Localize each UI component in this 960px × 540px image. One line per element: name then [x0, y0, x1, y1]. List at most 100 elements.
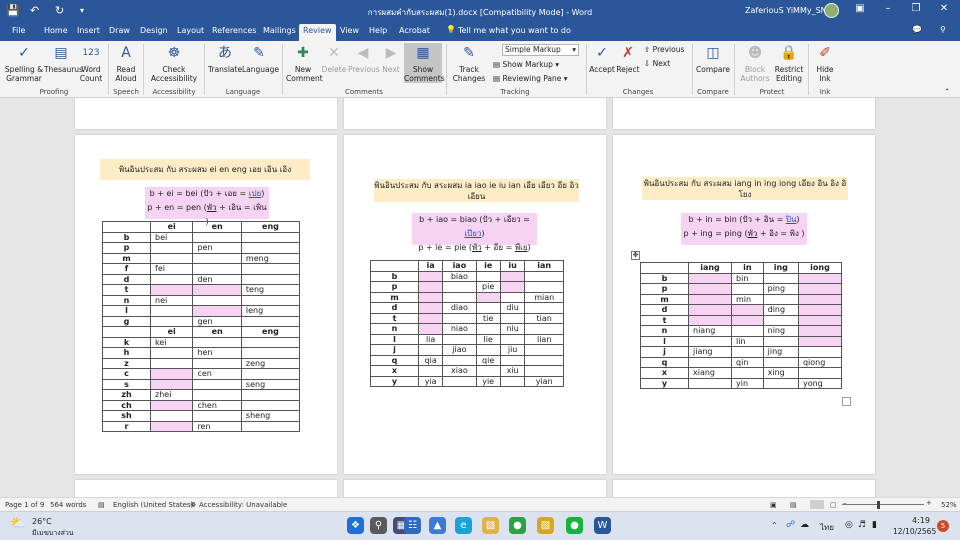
- table-row: g gen: [102, 315, 301, 327]
- reviewing-pane-button[interactable]: ▤ Reviewing Pane ▾: [493, 74, 568, 83]
- compare-button[interactable]: ◫ Compare: [696, 43, 730, 74]
- comments-icon[interactable]: 💬: [912, 25, 922, 34]
- tell-me-search[interactable]: Tell me what you want to do: [458, 26, 571, 35]
- weather-icon[interactable]: ⛅: [10, 516, 26, 531]
- restrict-editing-button[interactable]: 🔒 Restrict Editing: [772, 43, 806, 83]
- page-indicator[interactable]: Page 1 of 9: [5, 501, 44, 509]
- web-layout-icon[interactable]: ▢: [830, 501, 837, 509]
- line-icon[interactable]: ●: [566, 517, 583, 534]
- tab-help[interactable]: Help: [369, 26, 387, 35]
- zoom-level[interactable]: 52%: [941, 501, 957, 509]
- weather-temp[interactable]: 26°C: [32, 517, 52, 526]
- focus-mode-icon[interactable]: ▣: [770, 501, 777, 509]
- word-count[interactable]: 564 words: [50, 501, 86, 509]
- photos-icon[interactable]: ▲: [429, 517, 446, 534]
- close-icon[interactable]: ✕: [934, 3, 954, 19]
- tab-acrobat[interactable]: Acrobat: [399, 26, 430, 35]
- user-name[interactable]: ZaferiouS YiMMy_SN: [745, 6, 827, 15]
- share-icon[interactable]: ⚲: [940, 25, 946, 34]
- redo-icon[interactable]: ↻: [55, 4, 64, 17]
- tab-file[interactable]: File: [12, 26, 25, 35]
- syllable-cell: [499, 354, 526, 366]
- tab-insert[interactable]: Insert: [77, 26, 100, 35]
- page-2[interactable]: พินอินประสม กับ สระผสม ia iao ie iu ian …: [344, 135, 606, 474]
- accept-button[interactable]: ✓ Accept: [588, 43, 616, 74]
- battery-icon[interactable]: ▮: [872, 520, 877, 530]
- tab-mailings[interactable]: Mailings: [263, 26, 296, 35]
- translate-button[interactable]: あ Translate: [208, 43, 242, 74]
- volume-icon[interactable]: ♬: [858, 520, 866, 530]
- check-accessibility-button[interactable]: ☸ Check Accessibility: [146, 43, 202, 83]
- accessibility-status[interactable]: Accessibility: Unavailable: [199, 501, 287, 509]
- word-count-button[interactable]: 123 Word Count: [78, 43, 104, 83]
- new-comment-button[interactable]: ✚ New Comment: [286, 43, 323, 83]
- input-language[interactable]: ไทย: [820, 521, 834, 534]
- print-layout-icon[interactable]: [810, 500, 824, 509]
- search-icon[interactable]: ⚲: [370, 517, 387, 534]
- read-aloud-button[interactable]: A Read Aloud: [112, 43, 140, 83]
- next-comment-button[interactable]: ▶ Next: [378, 43, 404, 74]
- previous-comment-button[interactable]: ◀ Previous: [348, 43, 380, 74]
- proofing-status-icon[interactable]: ▤: [98, 501, 105, 509]
- tab-home[interactable]: Home: [44, 26, 68, 35]
- page-1[interactable]: พินอินประสม กับ สระผสม ei en eng เอย เอิ…: [75, 135, 337, 474]
- tab-references[interactable]: References: [212, 26, 256, 35]
- page-3[interactable]: พินอินประสม กับ สระผสม iang in ing iong …: [613, 135, 875, 474]
- save-icon[interactable]: 💾: [6, 4, 20, 17]
- track-changes-button[interactable]: ✎ Track Changes: [450, 43, 488, 83]
- tab-layout[interactable]: Layout: [177, 26, 204, 35]
- zoom-out-icon[interactable]: –: [843, 499, 847, 507]
- tab-view[interactable]: View: [340, 26, 359, 35]
- file-explorer-icon[interactable]: ▧: [482, 517, 499, 534]
- hide-ink-button[interactable]: ✐ Hide Ink: [812, 43, 838, 83]
- customize-qat-icon[interactable]: ▾: [80, 6, 84, 15]
- zoom-slider[interactable]: [842, 504, 924, 505]
- syllable-cell: [475, 344, 501, 356]
- wifi-icon[interactable]: ◎: [845, 520, 853, 530]
- ribbon-display-icon[interactable]: ▣: [850, 3, 870, 19]
- zoom-in-icon[interactable]: +: [926, 499, 932, 507]
- calendar-icon[interactable]: ☷: [404, 517, 421, 534]
- collapse-ribbon-icon[interactable]: ⌃: [944, 87, 950, 96]
- zoom-slider-thumb[interactable]: [877, 501, 880, 509]
- document-area[interactable]: พินอินประสม กับ สระผสม ei en eng เอย เอิ…: [0, 98, 960, 497]
- language-button[interactable]: ✎ Language: [242, 43, 279, 74]
- maximize-icon[interactable]: ❐: [906, 3, 926, 19]
- tab-review[interactable]: Review: [299, 24, 336, 41]
- cloud-icon[interactable]: ☁: [800, 520, 809, 530]
- syllable-cell: [499, 270, 526, 282]
- thesaurus-button[interactable]: ▤ Thesaurus: [44, 43, 83, 74]
- read-mode-icon[interactable]: ▤: [790, 501, 797, 509]
- tab-draw[interactable]: Draw: [109, 26, 130, 35]
- initial-cell: s: [102, 378, 151, 390]
- undo-icon[interactable]: ↶: [30, 4, 39, 17]
- table-move-handle[interactable]: ✥: [631, 251, 640, 260]
- word-icon[interactable]: W: [594, 517, 611, 534]
- spelling-grammar-button[interactable]: ✓ Spelling & Grammar: [4, 43, 44, 83]
- clock-time[interactable]: 4:19: [912, 516, 930, 525]
- notification-badge[interactable]: 5: [937, 520, 949, 532]
- show-markup-button[interactable]: ▤ Show Markup ▾: [493, 60, 559, 69]
- folder-icon[interactable]: ▧: [537, 517, 554, 534]
- markup-dropdown[interactable]: Simple Markup ▾: [502, 44, 579, 56]
- next-change-button[interactable]: ⇩ Next: [644, 59, 670, 68]
- block-authors-button[interactable]: ☻ Block Authors: [738, 43, 772, 83]
- initial-cell: b: [102, 231, 151, 243]
- weather-desc[interactable]: มีเมฆบางส่วน: [32, 528, 74, 539]
- language-status[interactable]: English (United States): [113, 501, 193, 509]
- clock-date[interactable]: 12/10/2565: [893, 527, 936, 536]
- table-resize-handle[interactable]: [842, 397, 851, 406]
- wechat-icon[interactable]: ●: [509, 517, 526, 534]
- start-icon[interactable]: ❖: [347, 517, 364, 534]
- delete-comment-button[interactable]: ✕ Delete: [320, 43, 348, 74]
- previous-change-button[interactable]: ⇧ Previous: [644, 45, 684, 54]
- bluetooth-icon[interactable]: ☍: [786, 520, 795, 530]
- avatar[interactable]: [824, 3, 839, 18]
- show-comments-button[interactable]: ▦ Show Comments: [404, 43, 445, 83]
- edge-icon[interactable]: e: [455, 517, 472, 534]
- tray-overflow-icon[interactable]: ⌃: [771, 521, 778, 530]
- tab-design[interactable]: Design: [140, 26, 168, 35]
- initial-cell: l: [370, 333, 419, 345]
- minimize-icon[interactable]: –: [878, 3, 898, 19]
- reject-button[interactable]: ✗ Reject: [616, 43, 640, 74]
